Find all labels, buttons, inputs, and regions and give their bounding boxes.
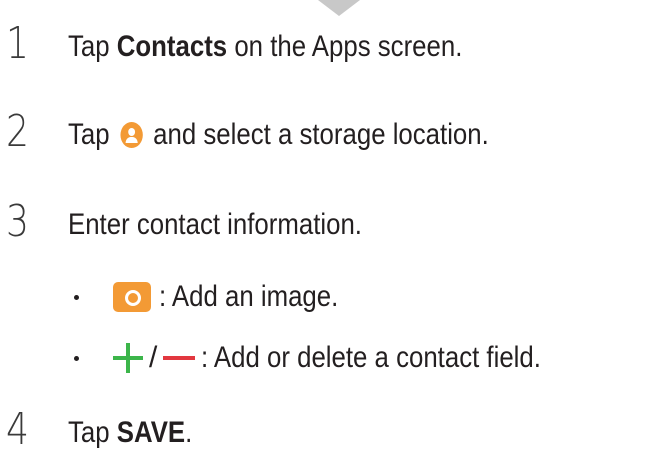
step-text: Tap and select a storage location.	[68, 120, 489, 150]
step-suffix: .	[185, 416, 193, 449]
bullet-content: / : Add or delete a contact field.	[113, 343, 597, 373]
step-bold-label: Contacts	[116, 30, 228, 63]
step-prefix: Tap	[68, 30, 117, 63]
bullet-add-delete-field: / : Add or delete a contact field.	[0, 341, 651, 375]
minus-icon	[163, 356, 196, 360]
step-prefix: Tap	[68, 118, 117, 151]
step-suffix: and select a storage location.	[146, 118, 489, 151]
step-text: Enter contact information.	[68, 208, 362, 241]
bullet-dot	[74, 356, 79, 361]
add-contact-icon	[120, 122, 143, 148]
pointer-arrow	[318, 0, 360, 16]
step-suffix: on the Apps screen.	[227, 30, 463, 63]
step-bold-label: SAVE	[116, 416, 186, 449]
step-number: 1	[6, 18, 29, 69]
step-number: 2	[6, 106, 29, 157]
camera-icon	[113, 282, 151, 312]
bullet-content: : Add an image.	[113, 282, 367, 312]
separator: /	[149, 341, 158, 374]
step-number: 3	[6, 196, 29, 247]
bullet-text: : Add or delete a contact field.	[201, 341, 542, 374]
bullet-text: : Add an image.	[159, 280, 339, 313]
step-text: Tap SAVE.	[68, 418, 192, 448]
step-number: 4	[6, 404, 29, 455]
step-text: Tap Contacts on the Apps screen.	[68, 32, 462, 62]
step-prefix: Tap	[68, 416, 117, 449]
bullet-add-image: : Add an image.	[0, 280, 651, 314]
bullet-dot	[74, 295, 79, 300]
plus-icon	[113, 343, 143, 373]
